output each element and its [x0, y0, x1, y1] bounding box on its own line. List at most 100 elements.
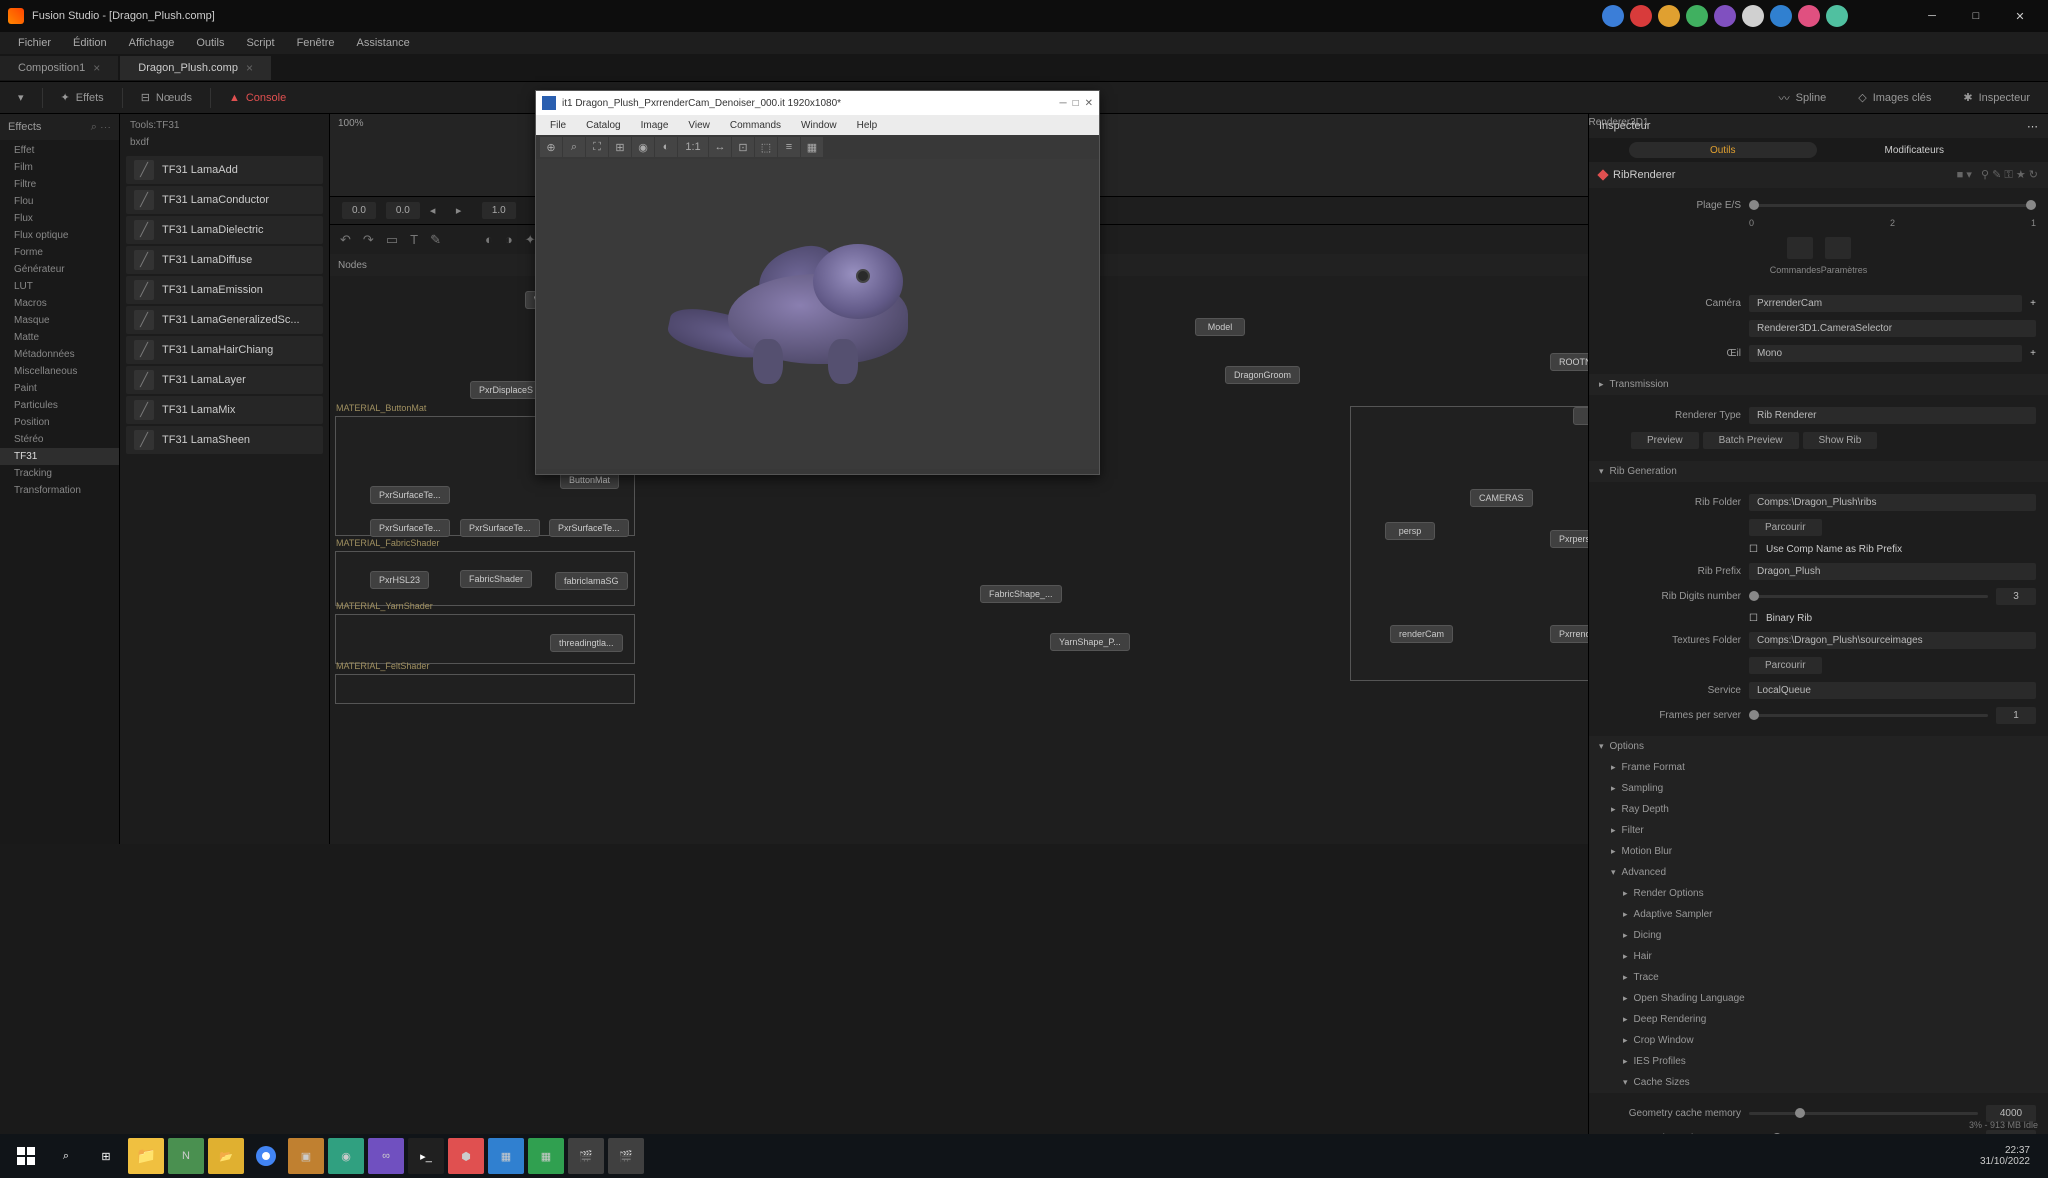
tool-icon[interactable]: ✦: [525, 232, 536, 248]
app-icon[interactable]: ▸_: [408, 1138, 444, 1174]
rib-prefix-field[interactable]: Dragon_Plush: [1749, 563, 2036, 580]
deep-section[interactable]: Deep Rendering: [1589, 1009, 2048, 1030]
tool-item[interactable]: ╱TF31 LamaHairChiang: [126, 336, 323, 364]
redo-icon[interactable]: ↷: [363, 232, 374, 248]
range-slider[interactable]: [1749, 204, 2036, 207]
fw-menu-window[interactable]: Window: [793, 118, 845, 133]
tex-folder-field[interactable]: Comps:\Dragon_Plush\sourceimages: [1749, 632, 2036, 649]
adaptive-section[interactable]: Adaptive Sampler: [1589, 904, 2048, 925]
app-icon[interactable]: ▣: [288, 1138, 324, 1174]
eye-field[interactable]: Mono: [1749, 345, 2022, 362]
close-button[interactable]: ✕: [2000, 4, 2040, 28]
cache-sizes-section[interactable]: Cache Sizes: [1589, 1072, 2048, 1093]
trace-section[interactable]: Trace: [1589, 967, 2048, 988]
start-button[interactable]: [8, 1138, 44, 1174]
view-mode-icon[interactable]: [1825, 237, 1851, 259]
effect-category[interactable]: Flux optique: [0, 227, 119, 244]
graph-node[interactable]: persp: [1385, 522, 1435, 540]
ray-depth-section[interactable]: Ray Depth: [1589, 799, 2048, 820]
spline-button[interactable]: 〰Spline: [1769, 86, 1837, 110]
checkbox[interactable]: ☐: [1749, 544, 1758, 555]
layout-dropdown[interactable]: ▾: [8, 87, 34, 108]
tool-icon[interactable]: ◐: [655, 137, 677, 157]
time-end[interactable]: 1.0: [482, 202, 516, 219]
system-clock[interactable]: 22:37 31/10/2022: [1970, 1145, 2040, 1167]
camera-selector[interactable]: Renderer3D1.CameraSelector: [1749, 320, 2036, 337]
tool-item[interactable]: ╱TF31 LamaMix: [126, 396, 323, 424]
tool-icon[interactable]: ◐: [485, 232, 493, 247]
view-mode-icon[interactable]: [1787, 237, 1813, 259]
graph-node[interactable]: PxrSurfaceTe...: [460, 519, 540, 537]
effect-category[interactable]: Matte: [0, 329, 119, 346]
app-icon[interactable]: ◉: [328, 1138, 364, 1174]
osl-section[interactable]: Open Shading Language: [1589, 988, 2048, 1009]
graph-node[interactable]: PxrDisplaceS: [470, 381, 542, 399]
add-icon[interactable]: +: [2030, 348, 2036, 359]
tool-icon[interactable]: ⊡: [732, 137, 754, 157]
options-section[interactable]: Options: [1589, 736, 2048, 757]
panel-menu-icon[interactable]: ⋯: [2027, 120, 2038, 133]
node-tools[interactable]: ■ ▾ ⚲ ✎ ⚿ ★ ↻: [1957, 168, 2038, 182]
effects-button[interactable]: ✦Effets: [51, 87, 114, 108]
dicing-section[interactable]: Dicing: [1589, 925, 2048, 946]
app-icon[interactable]: 🎬: [608, 1138, 644, 1174]
text-icon[interactable]: T: [410, 232, 418, 247]
close-tab-icon[interactable]: ×: [246, 61, 253, 75]
menu-edition[interactable]: Édition: [63, 35, 117, 51]
next-icon[interactable]: ▸: [456, 204, 472, 217]
frame-format-section[interactable]: Frame Format: [1589, 757, 2048, 778]
transmission-section[interactable]: Transmission: [1589, 374, 2048, 395]
menu-affichage[interactable]: Affichage: [119, 35, 185, 51]
effect-category[interactable]: Flux: [0, 210, 119, 227]
app-icon[interactable]: 📂: [208, 1138, 244, 1174]
prev-icon[interactable]: ◂: [430, 204, 446, 217]
maximize-icon[interactable]: □: [1073, 98, 1079, 109]
effect-category[interactable]: Film: [0, 159, 119, 176]
nodes-button[interactable]: ⊟Nœuds: [131, 87, 202, 108]
graph-node[interactable]: FabricShape_...: [980, 585, 1062, 603]
maximize-button[interactable]: □: [1956, 4, 1996, 28]
graph-node[interactable]: PxrHSL23: [370, 571, 429, 589]
sampling-section[interactable]: Sampling: [1589, 778, 2048, 799]
effect-category[interactable]: Générateur: [0, 261, 119, 278]
fw-menu-help[interactable]: Help: [849, 118, 886, 133]
batch-preview-button[interactable]: Batch Preview: [1703, 432, 1799, 449]
rib-digits-slider[interactable]: [1749, 595, 1988, 598]
tool-item[interactable]: ╱TF31 LamaSheen: [126, 426, 323, 454]
tool-icon[interactable]: 1:1: [678, 137, 708, 157]
tool-icon[interactable]: ⊞: [609, 137, 631, 157]
node-group[interactable]: MATERIAL_FeltShader: [335, 674, 635, 704]
tab-outils[interactable]: Outils: [1629, 142, 1817, 158]
fw-menu-catalog[interactable]: Catalog: [578, 118, 628, 133]
graph-node[interactable]: Model: [1195, 318, 1245, 336]
effect-category[interactable]: Filtre: [0, 176, 119, 193]
effect-category[interactable]: TF31: [0, 448, 119, 465]
fw-menu-image[interactable]: Image: [633, 118, 677, 133]
effect-category[interactable]: Paint: [0, 380, 119, 397]
effect-category[interactable]: Masque: [0, 312, 119, 329]
effect-category[interactable]: Macros: [0, 295, 119, 312]
fw-menu-file[interactable]: File: [542, 118, 574, 133]
graph-node[interactable]: renderCam: [1390, 625, 1453, 643]
graph-node[interactable]: FabricShader: [460, 570, 532, 588]
effect-category[interactable]: Effet: [0, 142, 119, 159]
graph-node[interactable]: PxrSurfaceTe...: [549, 519, 629, 537]
rect-icon[interactable]: ▭: [386, 232, 398, 248]
tool-item[interactable]: ╱TF31 LamaEmission: [126, 276, 323, 304]
frames-value[interactable]: 1: [1996, 707, 2036, 724]
tab-composition1[interactable]: Composition1 ×: [0, 56, 118, 80]
search-icon[interactable]: ⌕: [48, 1138, 84, 1174]
console-button[interactable]: ▲Console: [219, 88, 296, 108]
tool-icon[interactable]: ◉: [632, 137, 654, 157]
menu-script[interactable]: Script: [236, 35, 284, 51]
graph-node[interactable]: fabriclamaSG: [555, 572, 628, 590]
inspector-node-header[interactable]: RibRenderer ■ ▾ ⚲ ✎ ⚿ ★ ↻: [1589, 162, 2048, 188]
rib-folder-field[interactable]: Comps:\Dragon_Plush\ribs: [1749, 494, 2036, 511]
advanced-section[interactable]: Advanced: [1589, 862, 2048, 883]
menu-fichier[interactable]: Fichier: [8, 35, 61, 51]
camera-field[interactable]: PxrrenderCam: [1749, 295, 2022, 312]
app-icon[interactable]: ⬢: [448, 1138, 484, 1174]
fw-menu-view[interactable]: View: [680, 118, 718, 133]
effect-category[interactable]: LUT: [0, 278, 119, 295]
effect-category[interactable]: Transformation: [0, 482, 119, 499]
